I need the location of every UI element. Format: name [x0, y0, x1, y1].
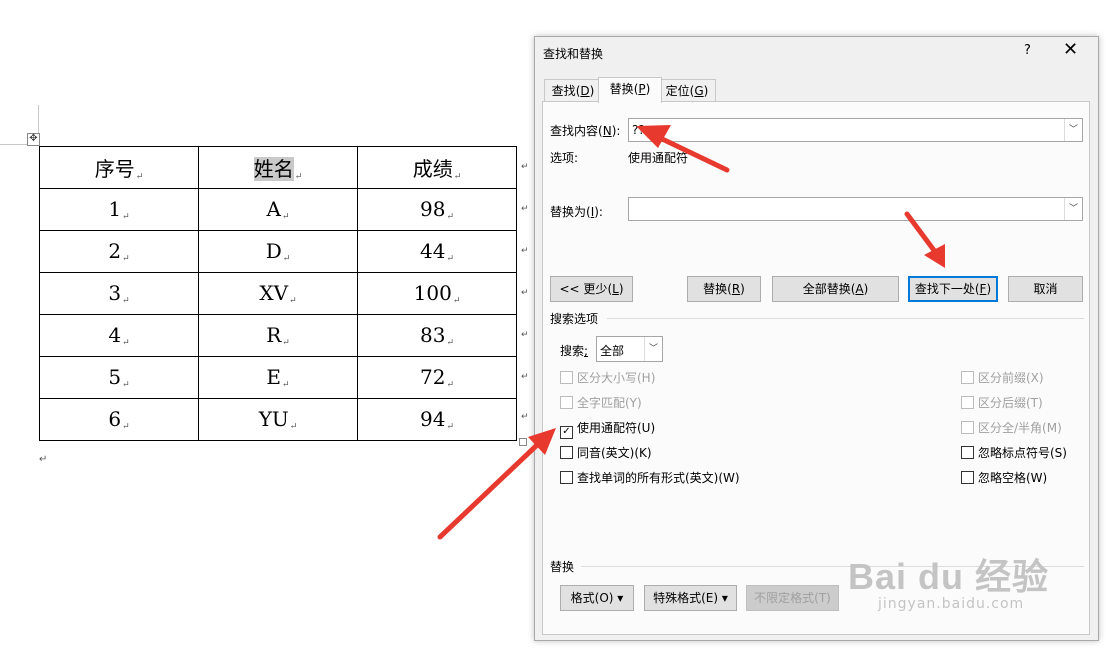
table-cell[interactable]: 94↵ [357, 398, 517, 441]
tab-goto[interactable]: 定位(G) [658, 79, 716, 102]
checkbox-box [560, 446, 573, 459]
row-end-mark: ↵ [521, 372, 529, 382]
table-cell[interactable]: R↵ [198, 314, 358, 357]
cancel-button[interactable]: 取消 [1008, 276, 1083, 302]
table-cell[interactable]: 1↵ [39, 188, 199, 231]
checkbox-box [560, 396, 573, 409]
document-table: 序号↵ 姓名↵ 成绩↵ 1↵ A↵ 98↵ 2↵ D↵ 44↵ 3↵ XV↵ 1… [39, 146, 517, 441]
replace-button[interactable]: 替换(R) [687, 276, 761, 302]
highlighted-text: 姓名 [253, 157, 294, 181]
find-input[interactable]: ?? ﹀ [628, 118, 1083, 142]
table-cell[interactable]: 44↵ [357, 230, 517, 273]
row-end-mark: ↵ [521, 162, 529, 172]
table-cell[interactable]: XV↵ [198, 272, 358, 315]
special-button[interactable]: 特殊格式(E) ▾ [644, 585, 737, 611]
divider [607, 318, 1084, 319]
match-case-checkbox[interactable]: 区分大小写(H) [560, 370, 655, 386]
table-cell[interactable]: 2↵ [39, 230, 199, 273]
replace-all-button[interactable]: 全部替换(A) [772, 276, 899, 302]
options-label: 选项: [550, 151, 579, 165]
all-word-forms-checkbox[interactable]: 查找单词的所有形式(英文)(W) [560, 470, 740, 486]
whole-word-checkbox[interactable]: 全字匹配(Y) [560, 395, 642, 411]
tab-find[interactable]: 查找(D) [544, 79, 602, 102]
row-end-mark: ↵ [521, 330, 529, 340]
watermark-logo: Bai du 经验 [848, 556, 1050, 597]
checkbox-box [560, 371, 573, 384]
chevron-down-icon[interactable]: ﹀ [644, 337, 662, 361]
find-label: 查找内容(N): [550, 124, 621, 138]
replace-input[interactable]: ﹀ [628, 197, 1083, 221]
table-row: 5↵ E↵ 72↵ [39, 356, 517, 399]
sounds-like-checkbox[interactable]: 同音(英文)(K) [560, 445, 652, 461]
watermark: Bai du 经验 jingyan.baidu.com [848, 548, 1049, 612]
width-checkbox[interactable]: 区分全/半角(M) [961, 420, 1062, 436]
table-header-row: 序号↵ 姓名↵ 成绩↵ [39, 146, 517, 189]
ignore-whitespace-checkbox[interactable]: 忽略空格(W) [961, 470, 1047, 486]
search-direction-label: 搜索; [560, 344, 589, 358]
checkbox-box [961, 421, 974, 434]
table-row: 4↵ R↵ 83↵ [39, 314, 517, 357]
table-cell[interactable]: 100↵ [357, 272, 517, 315]
search-direction-value: 全部 [600, 344, 625, 358]
format-button[interactable]: 格式(O) ▾ [560, 585, 634, 611]
checkbox-box [961, 446, 974, 459]
find-next-button[interactable]: 查找下一处(F) [908, 276, 998, 302]
use-wildcards-checkbox[interactable]: ✓ 使用通配符(U) [560, 420, 655, 439]
chevron-down-icon[interactable]: ﹀ [1064, 198, 1082, 220]
less-button[interactable]: << 更少(L) [550, 276, 633, 302]
row-end-mark: ↵ [521, 288, 529, 298]
options-value: 使用通配符 [628, 151, 689, 165]
table-row: 1↵ A↵ 98↵ [39, 188, 517, 231]
table-header-cell[interactable]: 成绩↵ [357, 146, 517, 189]
watermark-url: jingyan.baidu.com [878, 596, 1025, 612]
table-row: 6↵ YU↵ 94↵ [39, 398, 517, 441]
checkbox-box [961, 471, 974, 484]
table-cell[interactable]: 4↵ [39, 314, 199, 357]
table-cell[interactable]: YU↵ [198, 398, 358, 441]
table-resize-handle[interactable] [519, 438, 527, 446]
row-end-mark: ↵ [521, 204, 529, 214]
table-move-handle-icon[interactable]: ✥ [27, 133, 40, 146]
table-header-cell[interactable]: 姓名↵ [198, 146, 358, 189]
dialog-title: 查找和替换 [543, 47, 604, 61]
table-row: 3↵ XV↵ 100↵ [39, 272, 517, 315]
ignore-punctuation-checkbox[interactable]: 忽略标点符号(S) [961, 445, 1067, 461]
table-cell[interactable]: E↵ [198, 356, 358, 399]
search-direction-select[interactable]: 全部 ﹀ [596, 336, 663, 362]
match-suffix-checkbox[interactable]: 区分后缀(T) [961, 395, 1043, 411]
close-icon[interactable]: ✕ [1063, 40, 1078, 60]
find-input-value: ?? [632, 123, 645, 137]
no-formatting-button[interactable]: 不限定格式(T) [746, 585, 839, 611]
search-options-heading: 搜索选项 [550, 312, 599, 326]
checkbox-box [961, 371, 974, 384]
table-cell[interactable]: 98↵ [357, 188, 517, 231]
table-cell[interactable]: 5↵ [39, 356, 199, 399]
dropdown-arrow-icon: ▾ [617, 591, 624, 605]
checkmark-icon: ✓ [560, 426, 573, 439]
chevron-down-icon[interactable]: ﹀ [1064, 119, 1082, 141]
match-prefix-checkbox[interactable]: 区分前缀(X) [961, 370, 1044, 386]
table-cell[interactable]: 72↵ [357, 356, 517, 399]
tab-replace[interactable]: 替换(P) [598, 77, 662, 103]
table-cell[interactable]: 6↵ [39, 398, 199, 441]
replace-label: 替换为(I): [550, 205, 603, 219]
table-cell[interactable]: A↵ [198, 188, 358, 231]
row-end-mark: ↵ [521, 246, 529, 256]
table-header-cell[interactable]: 序号↵ [39, 146, 199, 189]
row-end-mark: ↵ [521, 412, 529, 422]
checkbox-box [961, 396, 974, 409]
replace-section-heading: 替换 [550, 560, 575, 574]
help-button[interactable]: ? [1024, 43, 1031, 58]
checkbox-box [560, 471, 573, 484]
table-cell[interactable]: D↵ [198, 230, 358, 273]
table-cell[interactable]: 83↵ [357, 314, 517, 357]
table-cell[interactable]: 3↵ [39, 272, 199, 315]
dropdown-arrow-icon: ▾ [721, 591, 728, 605]
paragraph-mark: ↵ [39, 454, 48, 465]
table-row: 2↵ D↵ 44↵ [39, 230, 517, 273]
